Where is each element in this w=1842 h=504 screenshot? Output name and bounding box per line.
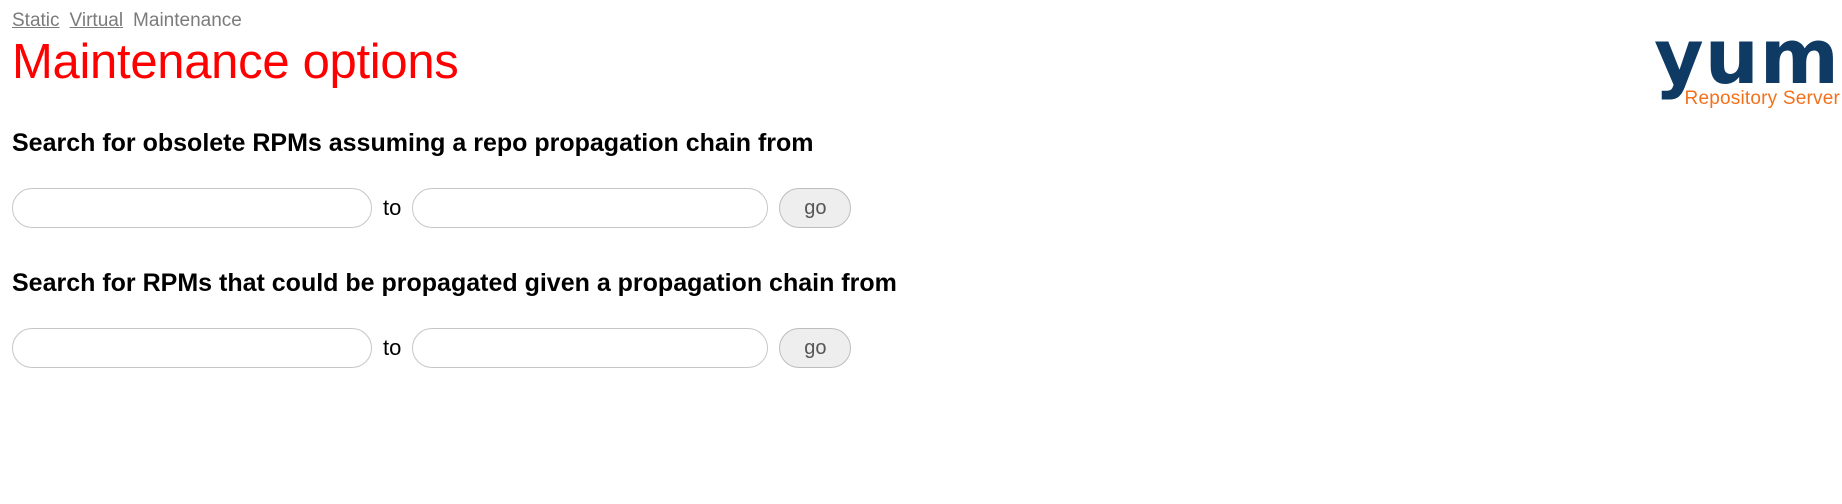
- logo-tagline: Repository Server: [1684, 88, 1840, 109]
- propagatable-to-repo-input[interactable]: [412, 328, 769, 368]
- section-heading-propagatable: Search for RPMs that could be propagated…: [12, 269, 897, 297]
- nav-link-virtual[interactable]: Virtual: [70, 10, 124, 31]
- propagatable-from-repo-input[interactable]: [12, 328, 372, 368]
- propagatable-to-label: to: [383, 335, 402, 360]
- page-title: Maintenance options: [12, 35, 459, 89]
- obsolete-rpm-search-section: Search for obsolete RPMs assuming a repo…: [12, 128, 1712, 228]
- obsolete-to-label: to: [383, 195, 402, 220]
- obsolete-to-repo-input[interactable]: [412, 188, 769, 228]
- section-heading-obsolete: Search for obsolete RPMs assuming a repo…: [12, 129, 814, 157]
- nav-link-static[interactable]: Static: [12, 10, 60, 31]
- yum-logo: yum Repository Server: [1590, 22, 1842, 114]
- obsolete-search-form: to go: [12, 188, 1712, 228]
- logo-wordmark: yum: [1654, 22, 1840, 101]
- obsolete-from-repo-input[interactable]: [12, 188, 372, 228]
- nav-current-maintenance: Maintenance: [133, 10, 242, 31]
- page-root: Static Virtual Maintenance Maintenance opt…: [0, 0, 1842, 504]
- propagatable-search-form: to go: [12, 328, 1712, 368]
- propagatable-rpm-search-section: Search for RPMs that could be propagated…: [12, 268, 1712, 368]
- obsolete-go-button[interactable]: go: [779, 188, 852, 228]
- propagatable-go-button[interactable]: go: [779, 328, 852, 368]
- top-navigation: Static Virtual Maintenance: [12, 10, 242, 32]
